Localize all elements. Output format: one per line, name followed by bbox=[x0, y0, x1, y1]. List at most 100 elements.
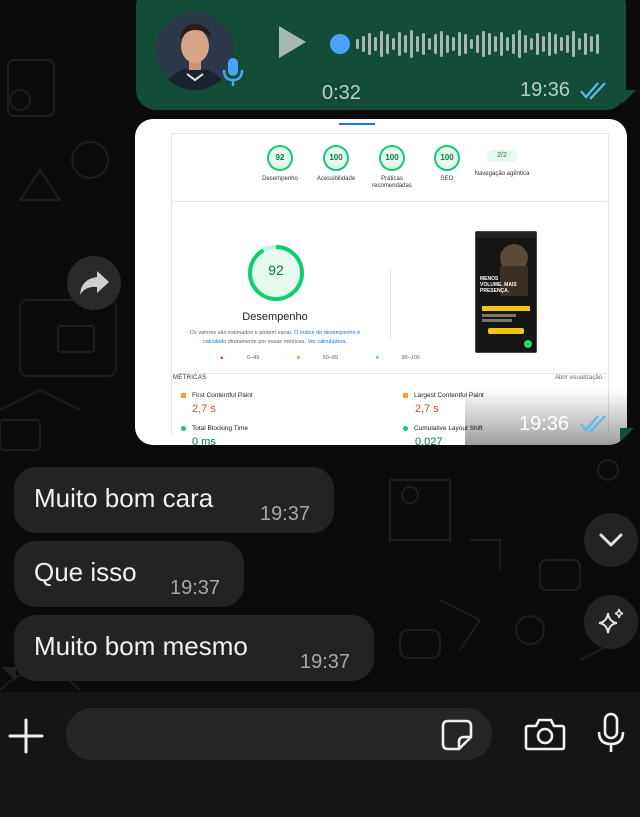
legend-average: ■ 50–89 bbox=[296, 355, 339, 361]
waveform-bar bbox=[524, 35, 527, 53]
waveform-bar bbox=[584, 33, 587, 55]
score-legend: ▲ 0–49 ■ 50–89 ● 90–100 bbox=[219, 355, 456, 361]
forward-button[interactable] bbox=[67, 256, 121, 310]
double-check-icon bbox=[580, 82, 606, 100]
image-bubble-tail bbox=[620, 428, 634, 442]
message-text: Muito bom cara bbox=[34, 483, 214, 513]
incoming-message[interactable]: Que isso 19:37 bbox=[14, 541, 244, 607]
message-text: Muito bom mesmo bbox=[34, 631, 248, 661]
waveform-bar bbox=[578, 38, 581, 50]
score-gauge: 100 bbox=[379, 145, 405, 171]
legend-pass: ● 90–100 bbox=[375, 355, 420, 361]
audio-waveform[interactable] bbox=[326, 22, 606, 66]
score-seo: 100 SEO bbox=[419, 145, 475, 183]
waveform-bar bbox=[590, 36, 593, 52]
metric-fcp-label: First Contentful Paint bbox=[181, 392, 253, 399]
score-acessibilidade: 100 Acessibilidade bbox=[308, 145, 364, 183]
score-gauge: 92 bbox=[267, 145, 293, 171]
waveform-bar bbox=[494, 36, 497, 52]
sticker-icon[interactable] bbox=[440, 718, 474, 752]
waveform-bar bbox=[458, 32, 461, 56]
voice-duration: 0:32 bbox=[322, 82, 361, 104]
desc-text: Os valores são estimados e podem variar. bbox=[189, 330, 293, 336]
metrics-header: MÉTRICAS bbox=[173, 375, 207, 381]
waveform-bar bbox=[440, 31, 443, 57]
waveform-bar bbox=[470, 39, 473, 49]
waveform-bar bbox=[566, 35, 569, 53]
microphone-icon[interactable] bbox=[596, 712, 626, 754]
voice-timestamp: 19:36 bbox=[520, 79, 571, 101]
waveform-bar bbox=[572, 31, 575, 57]
divider bbox=[390, 269, 391, 339]
score-label: Navegação agêntica bbox=[474, 171, 530, 177]
waveform-bar bbox=[380, 31, 383, 57]
waveform-bar bbox=[482, 31, 485, 57]
attach-plus-icon[interactable] bbox=[8, 718, 44, 754]
incoming-message[interactable]: Muito bom mesmo 19:37 bbox=[14, 615, 374, 681]
voice-bubble-tail bbox=[622, 90, 636, 104]
calculator-link: Ver calculadora. bbox=[307, 339, 348, 345]
main-score-value: 92 bbox=[268, 262, 284, 278]
message-input[interactable] bbox=[88, 722, 422, 748]
score-label: SEO bbox=[440, 176, 454, 182]
waveform-bar bbox=[536, 33, 539, 55]
playback-position-dot[interactable] bbox=[330, 34, 350, 54]
page-preview-thumbnail: MENOS VOLUME. MAIS PRESENÇA. bbox=[475, 231, 537, 353]
waveform-bar bbox=[542, 36, 545, 52]
legend-pass-range: 90–100 bbox=[401, 355, 420, 361]
waveform-bar bbox=[596, 34, 599, 54]
ai-sparkle-button[interactable] bbox=[584, 595, 638, 649]
waveform-bar bbox=[410, 30, 413, 58]
waveform-bar bbox=[512, 34, 515, 54]
metric-name: First Contentful Paint bbox=[192, 392, 253, 399]
legend-fail-range: 0–49 bbox=[247, 355, 260, 361]
message-time: 19:37 bbox=[300, 651, 351, 673]
active-tab-indicator bbox=[339, 123, 375, 125]
camera-icon[interactable] bbox=[524, 716, 566, 752]
score-gauge: 100 bbox=[323, 145, 349, 171]
preview-headline: MENOS VOLUME. MAIS PRESENÇA. bbox=[480, 276, 517, 294]
message-time: 19:37 bbox=[170, 577, 221, 599]
score-navegacao: 2/2 Navegação agêntica bbox=[474, 145, 530, 178]
waveform-bar bbox=[428, 38, 431, 50]
waveform-bar bbox=[386, 34, 389, 54]
expand-view-link: Abrir visualização bbox=[555, 375, 603, 381]
waveform-bar bbox=[464, 34, 467, 54]
waveform-bar bbox=[446, 35, 449, 53]
main-score-label: Desempenho bbox=[242, 311, 308, 323]
waveform-bar bbox=[374, 37, 377, 51]
waveform-bar bbox=[506, 37, 509, 51]
play-icon[interactable] bbox=[276, 24, 308, 60]
waveform-bar bbox=[530, 38, 533, 50]
waveform-bar bbox=[404, 35, 407, 53]
waveform-bar bbox=[452, 37, 455, 51]
score-desempenho: 92 Desempenho bbox=[252, 145, 308, 183]
score-label: Práticas recomendadas bbox=[372, 176, 412, 189]
waveform-bar bbox=[500, 32, 503, 56]
voice-message-bubble[interactable]: 0:32 19:36 bbox=[136, 0, 626, 110]
desc-text: diretamente por essas métricas. bbox=[227, 339, 307, 345]
incoming-bubble-tail bbox=[2, 667, 16, 681]
message-time: 19:37 bbox=[260, 503, 311, 525]
waveform-bar bbox=[554, 34, 557, 54]
waveform-bar bbox=[392, 38, 395, 50]
image-timestamp: 19:36 bbox=[519, 413, 570, 435]
scroll-down-button[interactable] bbox=[584, 513, 638, 567]
score-description: Os valores são estimados e podem variar.… bbox=[185, 329, 365, 347]
incoming-message[interactable]: Muito bom cara 19:37 bbox=[14, 467, 334, 533]
score-praticas: 100 Práticas recomendadas bbox=[364, 145, 420, 190]
score-label: Acessibilidade bbox=[316, 176, 356, 182]
waveform-bar bbox=[560, 37, 563, 51]
metric-tbt-value: 0 ms bbox=[192, 436, 216, 445]
waveform-bar bbox=[476, 35, 479, 53]
score-gauge: 100 bbox=[434, 145, 460, 171]
message-field[interactable] bbox=[66, 708, 492, 760]
score-label: Desempenho bbox=[262, 176, 298, 182]
waveform-bar bbox=[368, 33, 371, 55]
double-check-icon bbox=[580, 415, 606, 433]
legend-average-range: 50–89 bbox=[322, 355, 339, 361]
divider bbox=[171, 201, 607, 202]
image-message-bubble[interactable]: 92 Desempenho 100 Acessibilidade 100 Prá… bbox=[135, 119, 627, 445]
legend-fail: ▲ 0–49 bbox=[219, 355, 260, 361]
waveform-bar bbox=[398, 32, 401, 56]
